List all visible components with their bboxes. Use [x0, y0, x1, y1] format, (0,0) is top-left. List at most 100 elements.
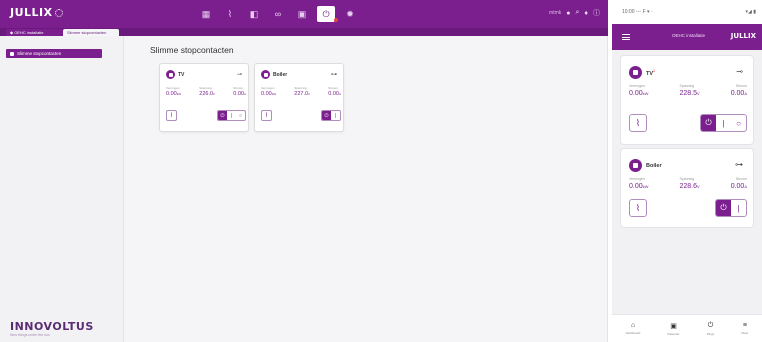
status-bar: 10:00 ◦◦◦ F ▾ · ▾◢ ▮ — [612, 0, 762, 24]
nav-label: Plugs — [706, 331, 715, 336]
plug-status-icon: ⊸ — [736, 67, 743, 76]
on-option[interactable]: | — [227, 111, 236, 120]
power-segment: ⏻ | — [715, 199, 747, 217]
chart-icon[interactable]: ⌇ — [221, 6, 239, 22]
sidebar-item-smart-plugs[interactable]: Slimme stopcontacten — [6, 49, 102, 58]
bottom-nav: ⌂ Dashboard ▣ Kalender ⏻ Plugs ≡ Meer — [612, 314, 762, 342]
power-icon[interactable]: ⏻ — [716, 200, 731, 216]
metric-value: 228.5V — [679, 89, 699, 99]
infinity-icon[interactable]: ∞ — [269, 6, 287, 22]
calendar-icon: ▣ — [670, 322, 677, 330]
username[interactable]: mtmk — [549, 10, 561, 16]
plug-name: Boiler — [273, 71, 288, 78]
bell-icon[interactable]: ♦ — [584, 10, 588, 17]
plug-status-icon: ⊶ — [735, 160, 743, 169]
status-left: 10:00 ◦◦◦ F ▾ · — [622, 9, 653, 15]
metrics: Vermogen 0.00kW Spanning 228.6V Stroom 0.00… — [629, 177, 747, 192]
power-icon[interactable]: ⏻ — [322, 111, 331, 120]
home-icon: ⌂ — [630, 322, 636, 329]
gear-icon[interactable]: ✹ — [341, 6, 359, 22]
metric-value: 227.0V — [294, 90, 310, 98]
card-actions: ⌇ ⏻ | — [261, 110, 341, 122]
metric-value: 226.0V — [199, 90, 215, 98]
plug-icon — [10, 51, 14, 56]
metric-current: Stroom 0.00A — [731, 177, 747, 192]
unit: V — [696, 184, 700, 189]
value: 0.00 — [730, 183, 745, 190]
nav-label: Dashboard — [625, 331, 641, 335]
plug-name: TV1 — [646, 69, 655, 77]
metric-value: 228.6V — [679, 182, 699, 192]
nav-item-plugs[interactable]: ⏻ Plugs — [707, 322, 715, 336]
brand-tagline: New things under the sun — [10, 333, 50, 337]
unit: A — [243, 92, 246, 96]
unit: V — [213, 92, 216, 96]
brand-logo: INNOVOLTUS — [10, 320, 94, 333]
hamburger-icon[interactable] — [622, 34, 630, 40]
metric-voltage: Spanning 228.6V — [679, 177, 699, 192]
graph-button[interactable]: ⌇ — [261, 110, 272, 121]
sidebar-item-label: Slimme stopcontacten — [17, 51, 62, 56]
calendar-icon[interactable]: ▣ — [293, 6, 311, 22]
user-icon[interactable]: ● — [566, 10, 570, 17]
notification-dot — [334, 18, 338, 22]
graph-button[interactable]: ⌇ — [166, 110, 177, 121]
nav-item-calendar[interactable]: ▣ Kalender — [668, 322, 680, 336]
value: 0.00 — [730, 90, 745, 97]
metrics: Vermogen 0.00kW Spanning 226.0V Stroom 0.00… — [166, 86, 246, 98]
plug-icon: ⏻ — [707, 321, 714, 329]
plug-name: TV — [178, 71, 185, 78]
power-icon[interactable]: ⏻ — [701, 115, 716, 131]
plug-icon[interactable]: ⏻ — [317, 6, 338, 22]
metric-voltage: Spanning 226.0V — [199, 86, 215, 98]
metric-current: Stroom 0.00A — [328, 86, 341, 98]
graph-button[interactable]: ⌇ — [629, 199, 647, 217]
power-segment: ⏻ | — [321, 110, 341, 121]
graph-button[interactable]: ⌇ — [629, 114, 647, 132]
off-option[interactable]: ○ — [236, 111, 245, 120]
desktop-app: JULLIX ▦ ⌇ ◧ ∞ ▣ ⏻ ✹ mtmk ● ⌕ ♦ ⓘ ◆ OEHC… — [0, 0, 608, 342]
breadcrumb-installation[interactable]: ◆ OEHC installatie — [6, 29, 63, 36]
notification-badge: 1 — [653, 68, 655, 73]
card-header: TV1 — [629, 66, 655, 79]
search-icon[interactable]: ⌕ — [576, 9, 580, 17]
power-icon[interactable]: ⏻ — [218, 111, 227, 120]
off-option[interactable]: ○ — [731, 115, 746, 131]
metric-voltage: Spanning 228.5V — [679, 84, 699, 99]
grid-icon[interactable]: ▦ — [197, 6, 215, 22]
metrics: Vermogen 0.00kW Spanning 227.0V Stroom 0.00… — [261, 86, 341, 98]
value: 227.0 — [294, 91, 309, 97]
metric-voltage: Spanning 227.0V — [294, 86, 310, 98]
sidebar: Slimme stopcontacten INNOVOLTUS New thin… — [0, 36, 124, 342]
on-option[interactable]: | — [716, 115, 731, 131]
power-segment: ⏻ | ○ — [217, 110, 246, 121]
meter-icon[interactable]: ◧ — [245, 6, 263, 22]
metric-value: 0.00kW — [261, 90, 276, 98]
mobile-plug-card-boiler: Boiler ⊶ Vermogen 0.00kW Spanning 228.6V S… — [620, 148, 754, 228]
plug-name: Boiler — [646, 162, 662, 169]
breadcrumb-smart-plugs[interactable]: Slimme stopcontacten — [63, 29, 119, 36]
page-title: Slimme stopcontacten — [150, 45, 234, 55]
logo[interactable]: JULLIX — [10, 6, 63, 19]
metric-power: Vermogen 0.00kW — [629, 84, 648, 99]
plug-status-icon: ⊶ — [331, 72, 337, 78]
help-icon[interactable]: ⓘ — [593, 8, 600, 18]
mobile-logo[interactable]: JULLIX — [731, 32, 756, 40]
value: 0.00 — [629, 90, 643, 97]
on-option[interactable]: | — [731, 200, 746, 216]
on-option[interactable]: | — [331, 111, 340, 120]
nav-item-more[interactable]: ≡ Meer — [742, 322, 749, 335]
plug-avatar-icon — [629, 159, 642, 172]
mobile-title: OEHC installatie — [672, 33, 706, 38]
unit: A — [744, 91, 747, 96]
nav-item-dashboard[interactable]: ⌂ Dashboard — [626, 322, 641, 335]
metric-value: 0.00A — [233, 90, 246, 98]
top-nav: ▦ ⌇ ◧ ∞ ▣ ⏻ ✹ — [197, 6, 359, 22]
top-bar: JULLIX ▦ ⌇ ◧ ∞ ▣ ⏻ ✹ mtmk ● ⌕ ♦ ⓘ — [0, 0, 608, 28]
card-actions: ⌇ ⏻ | ○ — [166, 110, 246, 122]
unit: V — [696, 91, 700, 96]
unit: A — [338, 92, 341, 96]
nav-label: Meer — [741, 331, 749, 335]
card-header: Boiler — [261, 70, 287, 79]
screenshot: JULLIX ▦ ⌇ ◧ ∞ ▣ ⏻ ✹ mtmk ● ⌕ ♦ ⓘ ◆ OEHC… — [0, 0, 762, 342]
